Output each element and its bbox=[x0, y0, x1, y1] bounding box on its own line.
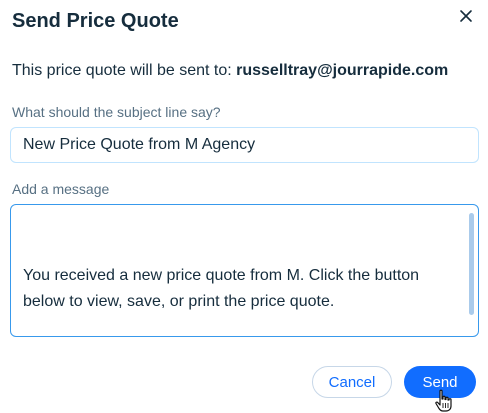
close-icon bbox=[460, 10, 472, 22]
hand-pointer-icon bbox=[435, 389, 452, 412]
dialog-title: Send Price Quote bbox=[12, 10, 179, 32]
recipient-line: This price quote will be sent to: russel… bbox=[12, 62, 448, 80]
subject-label: What should the subject line say? bbox=[12, 104, 221, 120]
send-price-quote-dialog: Send Price Quote This price quote will b… bbox=[0, 0, 488, 413]
subject-input[interactable] bbox=[10, 127, 479, 163]
message-scrollbar[interactable] bbox=[469, 213, 474, 315]
close-button[interactable] bbox=[454, 4, 478, 28]
recipient-prefix: This price quote will be sent to: bbox=[12, 62, 232, 79]
cancel-button[interactable]: Cancel bbox=[312, 366, 392, 398]
recipient-email: russelltray@jourrapide.com bbox=[236, 62, 449, 79]
message-textarea[interactable]: You received a new price quote from M. C… bbox=[10, 204, 479, 337]
message-label: Add a message bbox=[12, 181, 110, 197]
message-text: You received a new price quote from M. C… bbox=[23, 267, 420, 310]
